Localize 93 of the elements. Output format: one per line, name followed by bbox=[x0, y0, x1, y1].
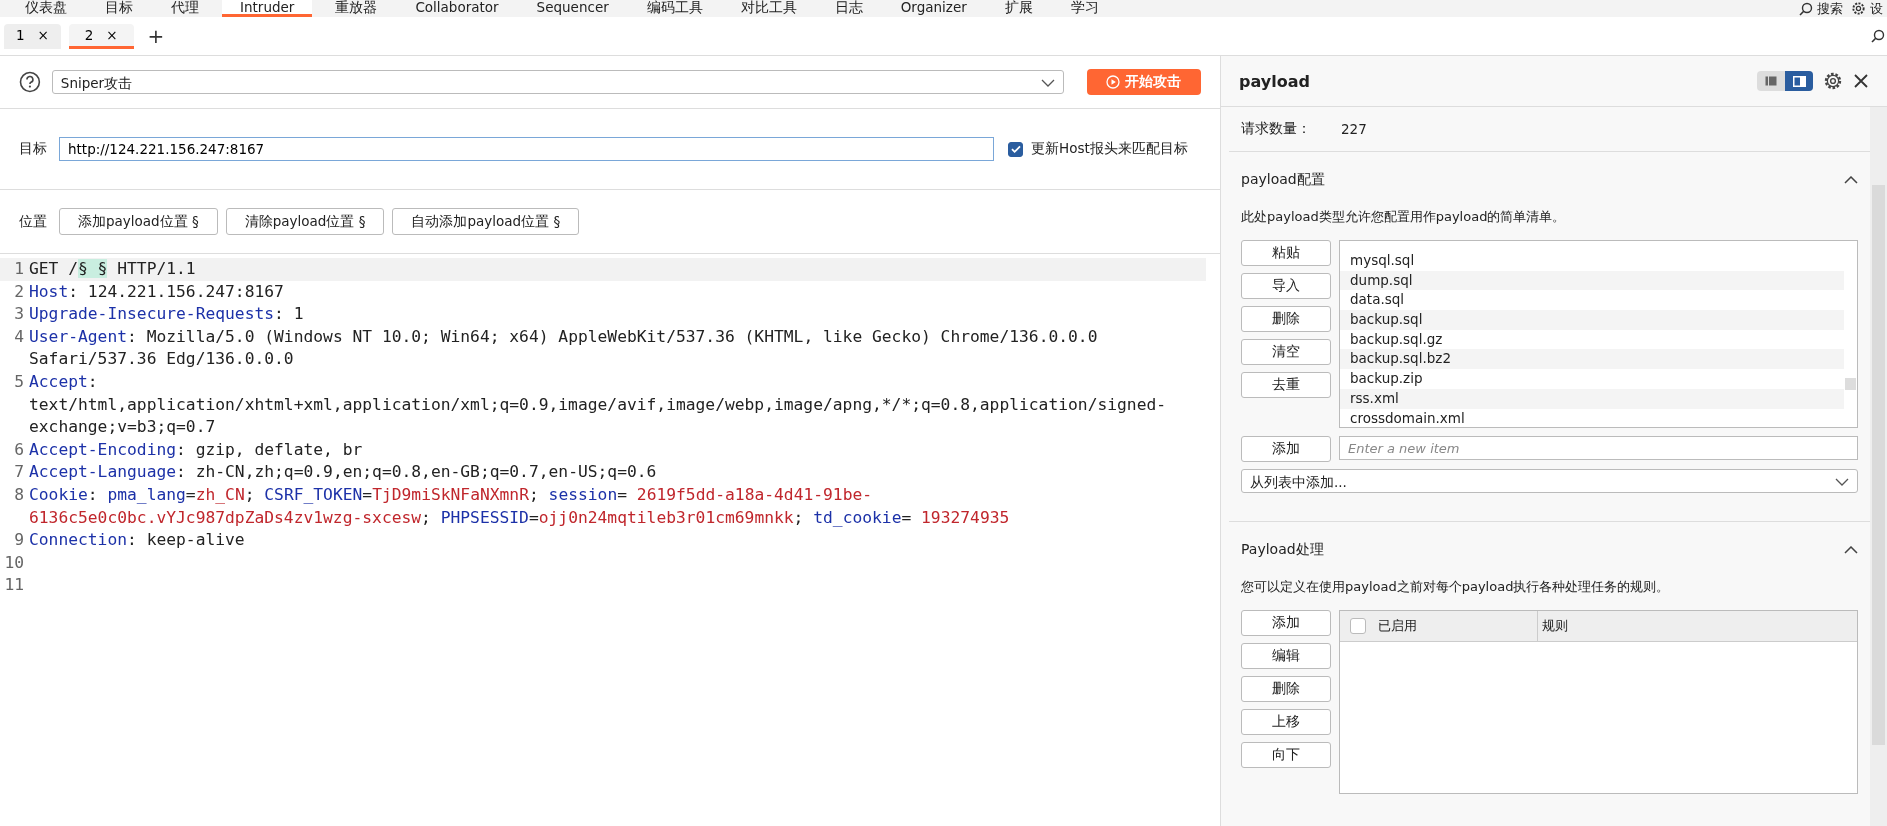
request-line: Accept-Encoding: gzip, deflate, br bbox=[29, 438, 364, 461]
section-description: 此处payload类型允许您配置用作payload的简单清单。 bbox=[1241, 208, 1567, 226]
line-number: 9 bbox=[13, 529, 25, 552]
menu-tab[interactable]: Organizer bbox=[885, 0, 982, 17]
panel-title: payload bbox=[1239, 71, 1311, 91]
menu-tab[interactable]: 日志 bbox=[819, 0, 878, 17]
payload-list-item[interactable]: backup.zip bbox=[1340, 369, 1844, 389]
list-action-button[interactable]: 删除 bbox=[1241, 306, 1331, 332]
settings-label[interactable]: 设 bbox=[1870, 0, 1883, 18]
menu-tab[interactable]: Collaborator bbox=[400, 0, 514, 17]
rule-action-button[interactable]: 上移 bbox=[1241, 709, 1331, 735]
menu-tab[interactable]: 代理 bbox=[156, 0, 214, 17]
caret-icon[interactable] bbox=[1835, 478, 1849, 486]
collapse-chevron-icon[interactable] bbox=[1844, 176, 1858, 184]
menu-tab[interactable]: 学习 bbox=[1055, 0, 1114, 17]
select-all-checkbox[interactable] bbox=[1350, 618, 1366, 634]
line-number: 8 bbox=[13, 483, 25, 506]
target-label: 目标 bbox=[19, 140, 47, 158]
column-header[interactable]: 已启用 bbox=[1378, 617, 1417, 635]
rule-action-button[interactable]: 添加 bbox=[1241, 610, 1331, 636]
line-number: 11 bbox=[3, 574, 25, 597]
position-button[interactable]: 添加payload位置 § bbox=[59, 208, 218, 235]
line-number: 7 bbox=[13, 461, 25, 484]
request-line: Cookie: pma_lang=zh_CN; CSRF_TOKEN=TjD9miSkNFaNXmnR; session= 2619f5dd-a18a-4d41-91be-6136c5e0c0bc.vYJc987dpZaDs4zv1wzg-sxcesw; PHPSESSID=ojj0n24mqtileb3r01cm69mnkk; td_cookie= 193274935 bbox=[29, 483, 1011, 529]
line-number: 1 bbox=[13, 258, 25, 280]
list-action-button[interactable]: 导入 bbox=[1241, 273, 1331, 299]
attack-type-dropdown[interactable]: Sniper攻击 bbox=[51, 70, 1064, 94]
payload-list-item[interactable]: backup.sql.bz2 bbox=[1340, 349, 1844, 370]
menu-tab[interactable]: 目标 bbox=[90, 0, 148, 17]
positions-label: 位置 bbox=[19, 212, 47, 231]
add-from-list-dropdown[interactable]: 从列表中添加... bbox=[1241, 469, 1858, 493]
payload-list-item[interactable]: rss.xml bbox=[1340, 388, 1844, 409]
request-line: Host: 124.221.156.247:8167 bbox=[29, 280, 285, 303]
layout-icon[interactable] bbox=[1785, 71, 1813, 91]
payload-list-item[interactable]: data.sql bbox=[1340, 290, 1844, 311]
position-button[interactable]: 自动添加payload位置 § bbox=[392, 208, 580, 235]
close-icon[interactable] bbox=[1853, 73, 1869, 89]
section-title: payload配置 bbox=[1241, 171, 1325, 189]
menu-tab[interactable]: Sequencer bbox=[521, 0, 624, 17]
list-action-button[interactable]: 粘贴 bbox=[1241, 240, 1331, 266]
position-button[interactable]: 清除payload位置 § bbox=[225, 208, 385, 235]
add-item-button[interactable]: 添加 bbox=[1241, 436, 1331, 462]
request-line: GET /§ § HTTP/1.1 bbox=[29, 258, 197, 280]
scrollbar-thumb[interactable] bbox=[1845, 378, 1856, 390]
section-title: Payload处理 bbox=[1241, 541, 1324, 559]
request-line: Accept: text/html,application/xhtml+xml,application/xml;q=0.9,image/avif,image/webp,image/apng,*/*;q=0.8,application/signed-exchange;v=b3;q=0.7 bbox=[29, 370, 1168, 439]
line-number: 4 bbox=[13, 325, 25, 348]
menu-tab[interactable]: 扩展 bbox=[989, 0, 1048, 17]
new-item-field[interactable]: Enter a new item bbox=[1339, 436, 1858, 460]
rule-action-button[interactable]: 编辑 bbox=[1241, 643, 1331, 669]
search-icon[interactable] bbox=[1871, 29, 1885, 43]
request-tab[interactable]: 2 × bbox=[68, 23, 134, 49]
list-action-button[interactable]: 去重 bbox=[1241, 372, 1331, 398]
line-number: 3 bbox=[13, 303, 25, 326]
line-number: 5 bbox=[13, 370, 25, 393]
line-number: 2 bbox=[13, 280, 25, 303]
request-line: Upgrade-Insecure-Requests: 1 bbox=[29, 303, 305, 326]
menu-tab[interactable]: 仪表盘 bbox=[10, 0, 82, 17]
add-tab-button[interactable]: + bbox=[141, 24, 171, 48]
settings-icon[interactable] bbox=[1823, 71, 1843, 91]
request-count-value: 227 bbox=[1341, 121, 1367, 137]
collapse-chevron-icon[interactable] bbox=[1844, 546, 1858, 554]
caret-icon[interactable] bbox=[1040, 79, 1055, 87]
help-icon[interactable] bbox=[19, 71, 41, 93]
column-header[interactable]: 规则 bbox=[1542, 617, 1568, 635]
update-host-checkbox[interactable] bbox=[1008, 141, 1023, 157]
payload-list-item[interactable]: mysql.sql bbox=[1340, 251, 1844, 271]
payload-list-item[interactable]: crossdomain.xml bbox=[1340, 408, 1844, 427]
payload-list-item[interactable]: backup.sql bbox=[1340, 310, 1844, 330]
request-line: User-Agent: Mozilla/5.0 (Windows NT 10.0; Win64; x64) AppleWebKit/537.36 (KHTML, like Gecko) Chrome/136.0.0.0 Safari/537.36 Edg/136.0.0.0 bbox=[29, 325, 1099, 371]
section-description: 您可以定义在使用payload之前对每个payload执行各种处理任务的规则。 bbox=[1241, 578, 1671, 596]
update-host-label: 更新Host报头来匹配目标 bbox=[1031, 140, 1188, 158]
request-count-label: 请求数量： bbox=[1241, 120, 1312, 138]
request-line: Connection: keep-alive bbox=[29, 529, 246, 552]
payload-list-item[interactable]: backup.sql.gz bbox=[1340, 329, 1844, 350]
rule-action-button[interactable]: 删除 bbox=[1241, 676, 1331, 702]
menu-tab[interactable]: 重放器 bbox=[320, 0, 393, 17]
menu-tab[interactable]: 编码工具 bbox=[631, 0, 718, 17]
rule-action-button[interactable]: 向下 bbox=[1241, 742, 1331, 768]
request-line: Accept-Language: zh-CN,zh;q=0.9,en;q=0.8,en-GB;q=0.7,en-US;q=0.6 bbox=[29, 461, 658, 484]
list-action-button[interactable]: 清空 bbox=[1241, 339, 1331, 365]
line-number: 6 bbox=[13, 438, 25, 461]
settings-icon[interactable] bbox=[1851, 1, 1866, 16]
payload-list-item[interactable]: dump.sql bbox=[1340, 270, 1844, 291]
search-label[interactable]: 搜索 bbox=[1817, 0, 1843, 18]
menu-tab[interactable]: 对比工具 bbox=[725, 0, 812, 17]
menu-tab[interactable]: Intruder bbox=[222, 0, 313, 17]
line-number: 10 bbox=[3, 551, 25, 574]
target-field[interactable]: http://124.221.156.247:8167 bbox=[59, 137, 994, 161]
request-tab[interactable]: 1 × bbox=[4, 23, 61, 49]
play-icon bbox=[1106, 75, 1121, 89]
search-icon[interactable] bbox=[1799, 1, 1813, 16]
view-toggle[interactable] bbox=[1757, 71, 1813, 91]
